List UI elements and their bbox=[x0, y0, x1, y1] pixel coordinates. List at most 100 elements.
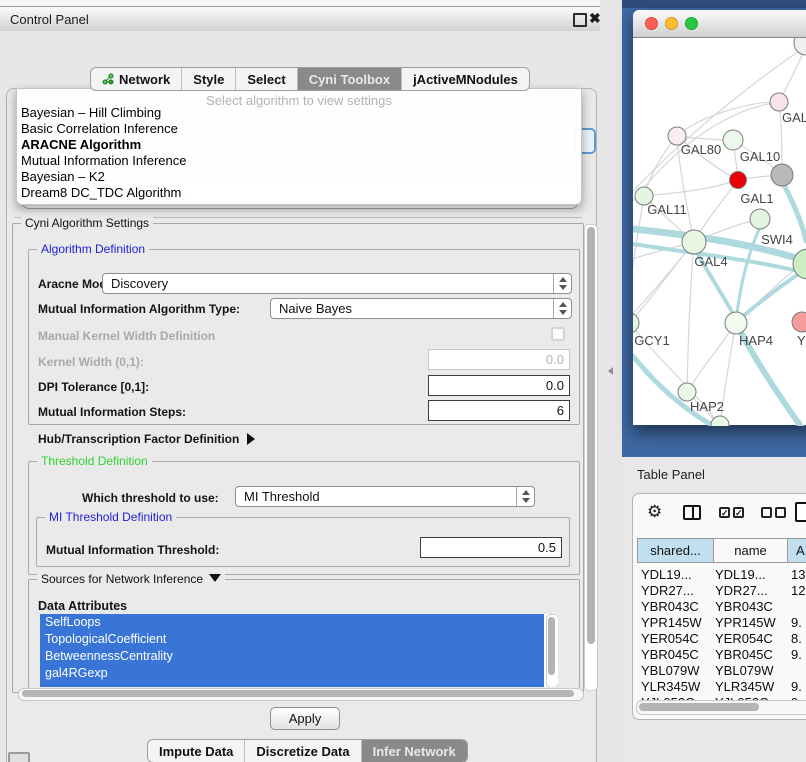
tab-cyni-toolbox[interactable]: Cyni Toolbox bbox=[297, 68, 401, 90]
panel-dock-icon[interactable] bbox=[8, 752, 30, 762]
tab-style[interactable]: Style bbox=[181, 68, 235, 90]
scrollbar-thumb[interactable] bbox=[587, 227, 595, 644]
scrollbar-thumb[interactable] bbox=[639, 703, 759, 711]
dpi-tolerance-field[interactable]: 0.0 bbox=[428, 375, 570, 396]
checked-checkbox-icon[interactable]: ✓ bbox=[719, 507, 730, 518]
column-header-shared-name[interactable]: shared... bbox=[637, 538, 714, 563]
dropdown-item[interactable]: Mutual Information Inference bbox=[21, 153, 186, 168]
table-cell[interactable]: 9. bbox=[791, 615, 802, 630]
table-cell[interactable]: YDL19... bbox=[641, 567, 692, 582]
minimize-traffic-light[interactable] bbox=[665, 17, 678, 30]
node-gal4[interactable] bbox=[682, 230, 706, 254]
checked-checkbox-icon[interactable]: ✓ bbox=[733, 507, 744, 518]
stepper-arrows-icon[interactable] bbox=[516, 487, 534, 506]
attribute-item[interactable]: SelfLoops bbox=[45, 615, 101, 629]
dropdown-item[interactable]: Bayesian – Hill Climbing bbox=[21, 105, 161, 120]
scrollbar-thumb[interactable] bbox=[22, 690, 574, 697]
manual-kernel-checkbox[interactable] bbox=[551, 327, 565, 341]
panel-divider[interactable] bbox=[600, 0, 622, 762]
table-cell[interactable]: YDR27... bbox=[641, 583, 694, 598]
stepper-arrows-icon[interactable] bbox=[553, 274, 571, 293]
table-cell[interactable]: YER054C bbox=[641, 631, 699, 646]
node-gal10[interactable] bbox=[723, 130, 743, 150]
window-titlebar[interactable] bbox=[633, 10, 806, 38]
table-cell[interactable]: YER054C bbox=[715, 631, 773, 646]
collapse-arrow-icon[interactable] bbox=[209, 574, 221, 582]
tab-discretize-data[interactable]: Discretize Data bbox=[244, 740, 360, 762]
column-header-name[interactable]: name bbox=[713, 538, 788, 563]
table-cell[interactable]: YBR043C bbox=[715, 599, 773, 614]
zoom-traffic-light[interactable] bbox=[685, 17, 698, 30]
table-cell[interactable]: YBR045C bbox=[641, 647, 699, 662]
float-panel-icon[interactable] bbox=[573, 13, 587, 27]
table-cell[interactable]: 8. bbox=[791, 631, 802, 646]
table-cell[interactable]: YPR145W bbox=[715, 615, 776, 630]
dropdown-item-highlighted[interactable]: ARACNE Algorithm bbox=[21, 137, 141, 152]
settings-hscrollbar[interactable] bbox=[18, 688, 584, 701]
network-canvas[interactable]: GAL GAL80 GAL10 GAL1 GAL11 SWI4 GAL4 GCY… bbox=[633, 38, 806, 426]
tab-network[interactable]: Network bbox=[91, 68, 181, 90]
apply-button[interactable]: Apply bbox=[270, 707, 340, 730]
attribute-item[interactable]: TopologicalCoefficient bbox=[45, 632, 166, 646]
table-cell[interactable]: 12 bbox=[791, 583, 805, 598]
tab-infer-network[interactable]: Infer Network bbox=[361, 740, 467, 762]
table-cell[interactable]: YPR145W bbox=[641, 615, 702, 630]
table-cell[interactable]: YDR27... bbox=[715, 583, 768, 598]
document-icon[interactable] bbox=[795, 502, 806, 522]
expand-arrow-icon[interactable] bbox=[247, 433, 255, 445]
list-scrollbar[interactable] bbox=[546, 614, 558, 687]
node-label: SWI4 bbox=[761, 232, 793, 247]
table-cell[interactable]: YLR345W bbox=[641, 679, 700, 694]
gear-icon[interactable]: ⚙ bbox=[647, 504, 662, 520]
tab-select[interactable]: Select bbox=[235, 68, 296, 90]
close-icon[interactable]: ✖ bbox=[589, 10, 601, 27]
kernel-width-field[interactable]: 0.0 bbox=[428, 349, 570, 370]
table-cell[interactable]: YBR045C bbox=[715, 647, 773, 662]
table-cell[interactable]: YBR043C bbox=[641, 599, 699, 614]
mi-threshold-field[interactable]: 0.5 bbox=[420, 537, 562, 558]
aracne-mode-combo[interactable]: Discovery bbox=[102, 273, 572, 294]
dropdown-item[interactable]: Basic Correlation Inference bbox=[21, 121, 178, 136]
node-gcy1[interactable] bbox=[633, 313, 639, 333]
tab-impute-data[interactable]: Impute Data bbox=[148, 740, 244, 762]
table-cell[interactable]: YLR345W bbox=[715, 679, 774, 694]
scrollbar-thumb[interactable] bbox=[548, 617, 555, 675]
node-label: GAL80 bbox=[681, 142, 721, 157]
hub-definition-toggle[interactable]: Hub/Transcription Factor Definition bbox=[38, 432, 255, 446]
mi-type-label: Mutual Information Algorithm Type: bbox=[38, 302, 240, 316]
combo-value: MI Threshold bbox=[236, 489, 516, 504]
unchecked-checkbox-icon[interactable] bbox=[775, 507, 786, 518]
table-cell[interactable]: 9. bbox=[791, 647, 802, 662]
attribute-item[interactable]: gal4RGexp bbox=[45, 666, 108, 680]
node-swi4[interactable] bbox=[750, 209, 770, 229]
node-gal1[interactable] bbox=[730, 172, 747, 189]
which-threshold-combo[interactable]: MI Threshold bbox=[235, 486, 535, 507]
node-gal-partial[interactable] bbox=[770, 93, 788, 111]
dropdown-item[interactable]: Bayesian – K2 bbox=[21, 169, 105, 184]
divider-collapse-arrow-icon[interactable] bbox=[608, 367, 613, 375]
close-traffic-light[interactable] bbox=[645, 17, 658, 30]
mi-steps-field[interactable]: 6 bbox=[428, 400, 570, 421]
node-y-partial[interactable] bbox=[792, 312, 806, 332]
sources-toggle[interactable]: Sources for Network Inference bbox=[37, 572, 225, 586]
mi-type-combo[interactable]: Naive Bayes bbox=[270, 298, 572, 319]
dropdown-item[interactable]: Dream8 DC_TDC Algorithm bbox=[21, 185, 181, 200]
node-label: GAL1 bbox=[740, 191, 773, 206]
table-cell[interactable]: YDL19... bbox=[715, 567, 766, 582]
table-cell[interactable]: 13 bbox=[791, 567, 805, 582]
attribute-item[interactable]: BetweennessCentrality bbox=[45, 649, 173, 663]
table-cell[interactable]: 9. bbox=[791, 679, 802, 694]
table-cell[interactable]: YBL079W bbox=[715, 663, 774, 678]
table-cell[interactable]: YBL079W bbox=[641, 663, 700, 678]
node-hap4[interactable] bbox=[725, 312, 747, 334]
unchecked-checkbox-icon[interactable] bbox=[761, 507, 772, 518]
settings-scrollbar[interactable] bbox=[584, 224, 598, 691]
column-header-partial[interactable]: A bbox=[787, 538, 806, 563]
table-hscrollbar[interactable] bbox=[636, 700, 806, 715]
network-icon bbox=[102, 73, 114, 85]
tab-jactivemnodules[interactable]: jActiveMNodules bbox=[401, 68, 529, 90]
columns-icon[interactable] bbox=[683, 505, 701, 520]
node-label: GAL bbox=[782, 110, 806, 125]
stepper-arrows-icon[interactable] bbox=[553, 299, 571, 318]
node-gray[interactable] bbox=[771, 164, 793, 186]
